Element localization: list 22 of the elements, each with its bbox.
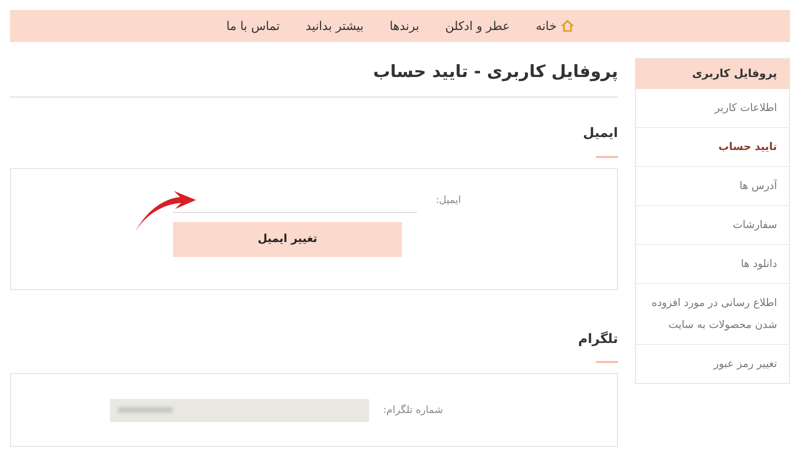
nav-link[interactable]: برندها	[390, 17, 420, 35]
sidebar-title: پروفایل کاربری	[636, 59, 789, 89]
nav-link[interactable]: تماس با ما	[226, 17, 280, 35]
page-title: پروفایل کاربری - تایید حساب	[372, 61, 618, 84]
blurred-value	[118, 407, 173, 413]
nav-link[interactable]: خانه	[536, 17, 574, 35]
section-heading: تلگرام	[578, 330, 618, 348]
sidebar-item[interactable]: سفارشات	[636, 205, 789, 244]
sidebar-item[interactable]: تغییر رمز عبور	[636, 344, 789, 383]
sidebar-item[interactable]: آدرس ها	[636, 166, 789, 205]
sidebar-item[interactable]: اطلاع رسانی در مورد افزوده شدن محصولات به سایت	[636, 283, 789, 344]
sidebar-item[interactable]: دانلود ها	[636, 244, 789, 283]
sidebar-item[interactable]: تایید حساب	[636, 127, 789, 166]
sidebar-item[interactable]: اطلاعات کاربر	[636, 89, 789, 127]
nav-link[interactable]: عطر و ادکلن	[445, 17, 510, 35]
change-email-button[interactable]: تغییر ایمیل	[173, 222, 402, 256]
arrow-icon	[134, 190, 198, 232]
home-icon	[560, 20, 574, 32]
field-label: شماره تلگرام:	[382, 403, 443, 418]
section-heading: ایمیل	[583, 125, 618, 143]
field-label: ایمیل:	[434, 194, 461, 208]
nav-link[interactable]: بیشتر بدانید	[306, 17, 364, 35]
